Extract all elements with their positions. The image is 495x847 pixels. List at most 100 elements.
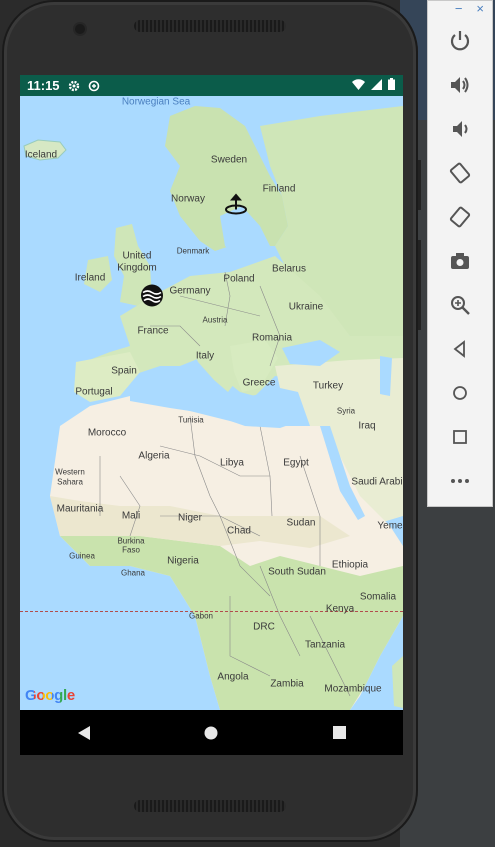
rotate-left-icon	[449, 162, 471, 184]
map-label-tunisia: Tunisia	[178, 415, 204, 425]
map-label-iceland: Iceland	[24, 149, 58, 161]
volume-down-button[interactable]	[444, 113, 476, 145]
power-side-button	[418, 160, 421, 210]
navigation-bar	[20, 710, 403, 755]
minimize-button[interactable]: −	[455, 1, 463, 16]
anchor-pin-icon	[225, 193, 247, 215]
map-label-iraq: Iraq	[358, 420, 376, 432]
volume-down-icon	[453, 121, 468, 137]
google-logo-text: Google	[25, 687, 75, 704]
map-label-ukraine: Ukraine	[288, 301, 324, 313]
power-button[interactable]	[444, 25, 476, 57]
map-label-austria: Austria	[202, 315, 228, 325]
signal-icon	[371, 78, 382, 93]
top-speaker-grille	[134, 20, 286, 32]
front-camera	[75, 24, 85, 34]
home-icon	[453, 386, 467, 400]
map-label-western-sahara-1: Western	[55, 467, 85, 477]
map-label-poland: Poland	[223, 273, 255, 285]
wifi-icon	[352, 78, 365, 93]
map-label-finland: Finland	[262, 183, 296, 195]
emulator-overview-button[interactable]	[444, 421, 476, 453]
rotate-right-icon	[449, 206, 471, 228]
overview-icon	[453, 430, 467, 444]
google-logo: Google	[25, 687, 75, 704]
close-button[interactable]: ×	[476, 1, 484, 16]
map-label-spain: Spain	[111, 365, 137, 377]
map-label-belarus: Belarus	[272, 263, 306, 275]
map-label-libya: Libya	[220, 457, 244, 469]
map-label-romania: Romania	[251, 332, 293, 344]
waves-icon	[141, 284, 163, 307]
map-label-norwegian-sea: Norwegian Sea	[121, 96, 191, 108]
wave-marker[interactable]	[140, 284, 164, 313]
map-label-gabon: Gabon	[188, 611, 214, 621]
bottom-speaker-grille	[134, 800, 286, 812]
map-label-united-kingdom-2: Kingdom	[117, 262, 157, 274]
power-icon	[450, 31, 470, 51]
home-button[interactable]	[191, 713, 231, 753]
map-label-united-kingdom-1: United	[122, 250, 152, 262]
map-label-sudan: Sudan	[286, 517, 316, 529]
map-label-guinea: Guinea	[69, 551, 95, 561]
more-icon	[451, 479, 469, 483]
rotate-left-button[interactable]	[444, 157, 476, 189]
back-button[interactable]	[64, 713, 104, 753]
map-label-greece: Greece	[242, 377, 276, 389]
map-label-portugal: Portugal	[75, 386, 113, 398]
map-label-kenya: Kenya	[325, 603, 355, 615]
phone-frame: 11:15 Norwegian Sea Iceland Sweden Finla…	[2, 0, 421, 842]
map-label-saudi-arabia: Saudi Arabi	[351, 476, 403, 488]
battery-icon	[388, 78, 395, 93]
map-view[interactable]: Norwegian Sea Iceland Sweden Finland Nor…	[20, 96, 403, 710]
map-label-tanzania: Tanzania	[304, 639, 346, 651]
map-label-syria: Syria	[336, 406, 356, 416]
emulator-home-button[interactable]	[444, 377, 476, 409]
map-label-angola: Angola	[217, 671, 249, 683]
map-label-south-sudan: South Sudan	[268, 566, 326, 578]
map-label-norway: Norway	[171, 193, 205, 205]
home-icon	[204, 726, 218, 739]
map-label-drc: DRC	[253, 621, 275, 633]
zoom-button[interactable]	[444, 289, 476, 321]
gear-icon	[68, 80, 80, 92]
volume-up-button[interactable]	[444, 69, 476, 101]
recents-button[interactable]	[319, 713, 359, 753]
map-label-mauritania: Mauritania	[56, 503, 104, 515]
map-label-algeria: Algeria	[138, 450, 170, 462]
map-label-denmark: Denmark	[176, 246, 210, 256]
map-label-ghana: Ghana	[120, 568, 146, 578]
map-label-western-sahara-2: Sahara	[57, 477, 83, 487]
map-label-burkina-2: Faso	[122, 545, 140, 555]
emulator-back-button[interactable]	[444, 333, 476, 365]
map-label-zambia: Zambia	[270, 678, 304, 690]
map-label-france: France	[137, 325, 169, 337]
status-bar: 11:15	[20, 75, 403, 96]
map-label-nigeria: Nigeria	[167, 555, 199, 567]
more-options-button[interactable]	[444, 465, 476, 497]
emulator-toolbar: − ×	[427, 0, 493, 507]
phone-screen: 11:15 Norwegian Sea Iceland Sweden Finla…	[20, 75, 403, 755]
volume-up-icon	[451, 77, 469, 93]
zoom-icon	[451, 296, 470, 315]
back-icon	[453, 340, 465, 358]
data-saver-icon	[88, 80, 100, 92]
location-pin-marker[interactable]	[223, 190, 249, 221]
map-label-mozambique: Mozambique	[324, 683, 382, 695]
map-label-mali: Mali	[121, 510, 141, 522]
back-icon	[77, 725, 90, 740]
map-label-burkina-1: Burkina	[117, 536, 145, 546]
rotate-right-button[interactable]	[444, 201, 476, 233]
map-label-sweden: Sweden	[210, 154, 248, 166]
map-label-italy: Italy	[195, 350, 215, 362]
map-label-ethiopia: Ethiopia	[331, 559, 369, 571]
map-label-germany: Germany	[169, 285, 211, 297]
map-label-niger: Niger	[178, 512, 202, 524]
map-label-egypt: Egypt	[283, 457, 309, 469]
screenshot-button[interactable]	[444, 245, 476, 277]
map-label-yemen: Yeme	[377, 520, 403, 532]
map-label-ireland: Ireland	[74, 272, 106, 284]
volume-side-button	[418, 240, 421, 330]
map-label-morocco: Morocco	[87, 427, 127, 439]
camera-icon	[451, 253, 469, 269]
